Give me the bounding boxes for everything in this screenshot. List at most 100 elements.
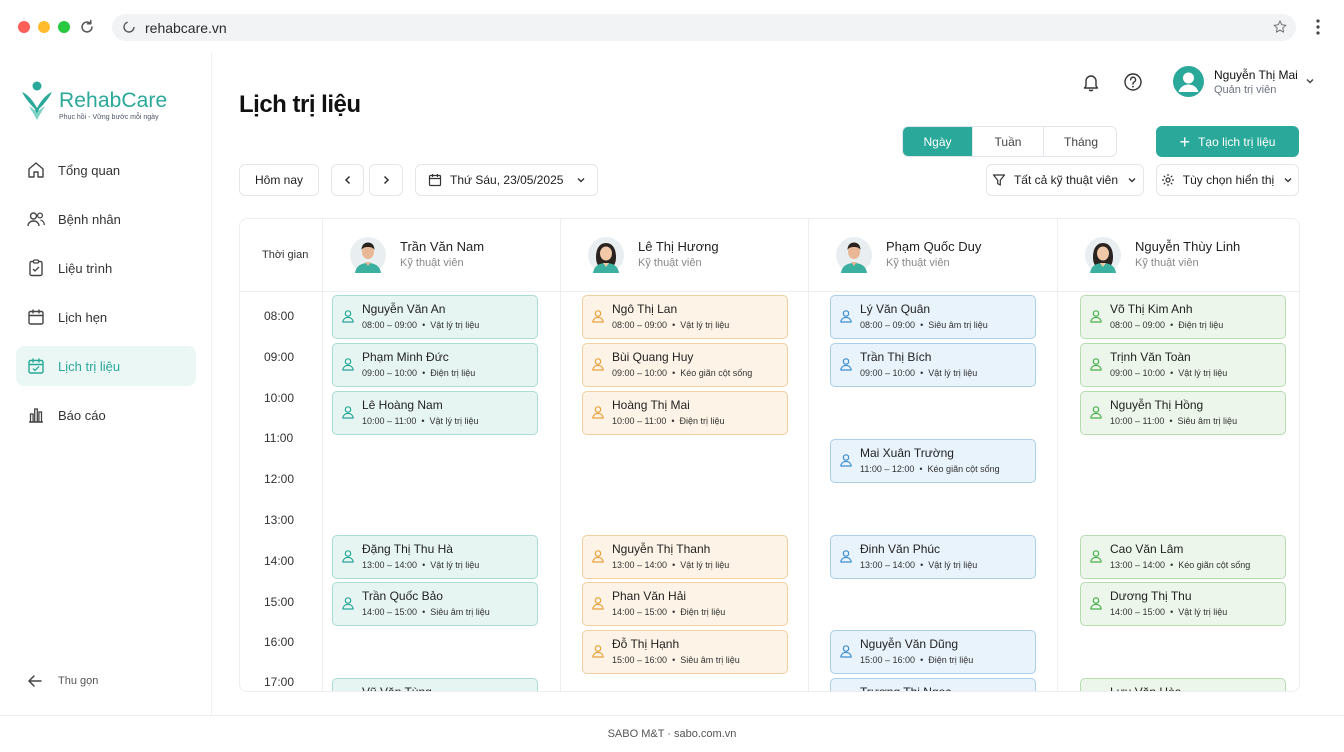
appointment-card[interactable]: Hoàng Thị Mai 10:00 – 11:00 • Điện trị liệu	[582, 390, 788, 435]
appointment-meta: 14:00 – 15:00 • Vật lý trị liệu	[1110, 607, 1227, 617]
sidebar-item-label: Lịch hẹn	[58, 309, 108, 325]
appointment-card[interactable]: Đỗ Thị Hạnh 15:00 – 16:00 • Siêu âm trị liệ…	[582, 630, 788, 675]
collapse-label: Thu gọn	[58, 675, 99, 687]
rehabcare-logo-icon	[22, 81, 52, 120]
collapse-sidebar-button[interactable]: Thu gọn	[26, 672, 98, 690]
appointment-card[interactable]: Bùi Quang Huy 09:00 – 10:00 • Kéo giãn cột …	[582, 342, 788, 387]
appointment-card[interactable]: Võ Thị Kim Anh 08:00 – 09:00 • Điện trị liệ…	[1080, 295, 1286, 339]
service-type: Kéo giãn cột sống	[680, 367, 753, 378]
appointment-card[interactable]: Lê Hoàng Nam 10:00 – 11:00 • Vật lý trị liệ…	[332, 390, 538, 435]
technician-role: Kỹ thuật viên	[638, 257, 702, 269]
sidebar-item-reports[interactable]: Báo cáo	[16, 395, 196, 435]
user-name: Nguyễn Thị Mai	[1214, 68, 1298, 82]
display-options[interactable]: Tùy chọn hiển thị	[1156, 164, 1299, 196]
appointment-meta: 10:00 – 11:00 • Siêu âm trị liệu	[1110, 416, 1237, 426]
patient-icon	[592, 358, 604, 371]
sidebar-item-overview[interactable]: Tổng quan	[16, 150, 196, 190]
separator-dot: •	[1170, 559, 1174, 570]
bar-chart-icon	[29, 408, 43, 423]
separator-dot: •	[1170, 367, 1174, 378]
patient-name: Vũ Văn Tùng	[362, 685, 432, 691]
appointment-meta: 10:00 – 11:00 • Điện trị liệu	[612, 416, 725, 426]
separator-dot: •	[920, 320, 924, 330]
user-avatar-icon	[1178, 72, 1199, 92]
technician-filter[interactable]: Tất cả kỹ thuật viên	[986, 164, 1144, 196]
appointment-meta: 15:00 – 16:00 • Siêu âm trị liệu	[612, 655, 740, 665]
appointment-card[interactable]: Nguyễn Thị Thanh 13:00 – 14:00 • Vật lý trị…	[582, 534, 788, 579]
notification-bell-icon[interactable]	[1081, 72, 1101, 92]
brand-tagline: Phục hồi - Vững bước mỗi ngày	[59, 114, 159, 121]
patient-name: Đỗ Thị Hạnh	[612, 637, 680, 652]
appointment-time: 08:00 – 09:00	[1110, 320, 1166, 330]
appointment-card[interactable]: Phan Văn Hải 14:00 – 15:00 • Điện trị liệu	[582, 582, 788, 627]
create-schedule-button[interactable]: + Tạo lịch trị liệu	[1156, 126, 1299, 157]
help-icon[interactable]	[1123, 72, 1143, 92]
chevron-down-icon	[1128, 178, 1136, 183]
appointment-meta: 09:00 – 10:00 • Điện trị liệu	[362, 368, 475, 378]
patient-name: Nguyễn Thị Hồng	[1110, 397, 1204, 412]
next-day-button[interactable]	[369, 164, 403, 196]
appointment-meta: 09:00 – 10:00 • Vật lý trị liệu	[860, 368, 977, 378]
appointment-card[interactable]: Đặng Thị Thu Hà 13:00 – 14:00 • Vật lý trị …	[332, 534, 538, 579]
appointment-time: 15:00 – 16:00	[612, 655, 668, 666]
service-type: Siêu âm trị liệu	[1177, 415, 1238, 426]
technician-name: Trần Văn Nam	[400, 239, 485, 254]
close-window-button[interactable]	[18, 21, 30, 33]
today-button[interactable]: Hôm nay	[239, 164, 319, 196]
appointment-card[interactable]: Cao Văn Lâm 13:00 – 14:00 • Kéo giãn cột số…	[1080, 534, 1286, 579]
appointment-card[interactable]: Dương Thị Thu 14:00 – 15:00 • Vật lý trị li…	[1080, 582, 1286, 627]
appointment-card[interactable]: Mai Xuân Trường 11:00 – 12:00 • Kéo giãn cộ…	[830, 438, 1036, 483]
sidebar: RehabCare Phục hồi - Vững bước mỗi ngày …	[0, 52, 212, 715]
appointment-time: 09:00 – 10:00	[1110, 367, 1166, 378]
appointment-card[interactable]: Lưu Văn Hòa16:00 – 17:00•Điện trị liệu	[1080, 678, 1286, 691]
site-info-icon[interactable]	[122, 20, 136, 34]
app-logo[interactable]: RehabCare Phục hồi - Vững bước mỗi ngày	[20, 80, 210, 126]
appointment-card[interactable]: Trương Thị Ngọc16:00 – 17:00•Vật lý trị …	[830, 678, 1036, 691]
appointment-meta: 14:00 – 15:00 • Điện trị liệu	[612, 607, 725, 617]
sidebar-item-treatments[interactable]: Liệu trình	[16, 248, 196, 288]
patient-icon	[1090, 549, 1102, 563]
patient-name: Phạm Minh Đức	[362, 349, 449, 364]
technician-avatar-icon	[1085, 237, 1121, 273]
patient-name: Lê Hoàng Nam	[362, 397, 443, 412]
appointment-card[interactable]: Phạm Minh Đức 09:00 – 10:00 • Điện trị liệu	[332, 342, 538, 387]
patient-icon	[592, 645, 604, 658]
appointment-time: 09:00 – 10:00	[860, 367, 916, 378]
sidebar-item-appointments[interactable]: Lịch hẹn	[16, 297, 196, 337]
appointment-card[interactable]: Lý Văn Quân 08:00 – 09:00 • Siêu âm trị liệ…	[830, 295, 1036, 339]
appointment-card[interactable]: Nguyễn Văn An 08:00 – 09:00 • Vật lý trị li…	[332, 295, 538, 339]
tab-day[interactable]: Ngày	[903, 127, 973, 156]
minimize-window-button[interactable]	[38, 21, 50, 33]
date-picker[interactable]: Thứ Sáu, 23/05/2025	[415, 164, 598, 196]
appointment-card[interactable]: Nguyễn Thị Hồng 10:00 – 11:00 • Siêu âm trị…	[1080, 390, 1286, 435]
appointment-card[interactable]: Trịnh Văn Toàn 09:00 – 10:00 • Vật lý trị l…	[1080, 342, 1286, 387]
appointment-card[interactable]: Trần Quốc Bảo 14:00 – 15:00 • Siêu âm trị l…	[332, 582, 538, 627]
sidebar-item-therapy-schedule[interactable]: Lịch trị liệu	[16, 346, 196, 386]
patient-icon	[342, 597, 354, 610]
service-type: Vật lý trị liệu	[680, 559, 730, 570]
appointment-card[interactable]: Đinh Văn Phúc 13:00 – 14:00 • Vật lý trị li…	[830, 534, 1036, 579]
header-divider	[240, 291, 1299, 292]
maximize-window-button[interactable]	[58, 21, 70, 33]
url-text[interactable]: rehabcare.vn	[145, 20, 227, 36]
prev-day-button[interactable]	[331, 164, 364, 196]
sidebar-item-patients[interactable]: Bệnh nhân	[16, 199, 196, 239]
appointment-card[interactable]: Nguyễn Văn Dũng 15:00 – 16:00 • Điện trị li…	[830, 630, 1036, 675]
appointment-card[interactable]: Trần Thị Bích 09:00 – 10:00 • Vật lý trị li…	[830, 342, 1036, 387]
user-menu[interactable]: Nguyễn Thị Mai Quản trị viên	[1173, 66, 1323, 98]
appointment-time: 09:00 – 10:00	[612, 367, 668, 378]
technician-header: Phạm Quốc Duy Kỹ thuật viên	[836, 235, 1066, 275]
browser-menu-icon[interactable]	[1312, 18, 1324, 36]
appointment-card[interactable]: Ngô Thị Lan 08:00 – 09:00 • Vật lý trị liệu	[582, 295, 788, 339]
patient-icon	[840, 310, 852, 323]
technician-name: Lê Thị Hương	[638, 239, 719, 254]
appointment-card[interactable]: Vũ Văn Tùng16:00 – 17:00•Vật lý trị liệu	[332, 678, 538, 691]
reload-icon[interactable]	[78, 18, 96, 36]
time-column-header: Thời gian	[262, 249, 309, 261]
separator-dot: •	[672, 320, 676, 330]
address-bar[interactable]: rehabcare.vn	[112, 14, 1296, 41]
bookmark-star-icon[interactable]	[1272, 19, 1288, 35]
patient-name: Mai Xuân Trường	[860, 445, 954, 460]
tab-month[interactable]: Tháng	[1044, 127, 1116, 156]
tab-week[interactable]: Tuần	[973, 127, 1044, 156]
